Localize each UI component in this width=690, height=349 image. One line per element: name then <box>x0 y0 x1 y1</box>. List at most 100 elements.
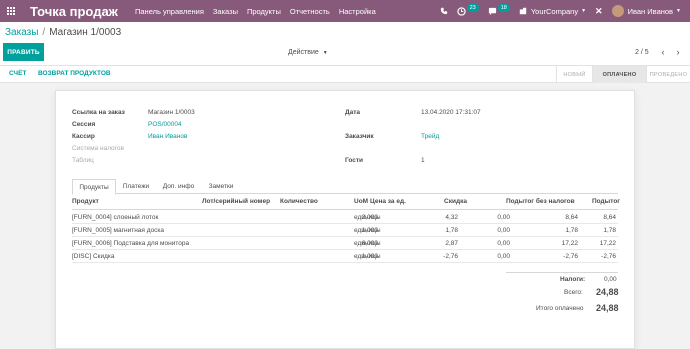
guests-value: 1 <box>421 157 425 164</box>
cell-subtotal-excl: 17,22 <box>561 240 578 247</box>
clock-icon <box>456 6 466 16</box>
fiscal-position-label: Система налогов <box>72 145 124 152</box>
breadcrumb-separator: / <box>42 27 46 38</box>
phone-button[interactable] <box>440 7 448 15</box>
date-value: 13.04.2020 17:31:07 <box>421 109 481 116</box>
menu-item-products[interactable]: Продукты <box>247 7 281 16</box>
cell-subtotal-excl: -2,76 <box>563 253 578 260</box>
tab-notes[interactable]: Заметки <box>201 179 241 194</box>
chevron-right-icon: › <box>676 47 680 57</box>
status-stages: НОВЫЙ ОПЛАЧЕНО ПРОВЕДЕНО <box>556 66 690 83</box>
breadcrumb-orders-link[interactable]: Заказы <box>5 27 38 38</box>
col-price[interactable]: Цена за ед. <box>370 198 406 205</box>
taxes-value: 0,00 <box>604 276 617 283</box>
avatar <box>611 5 624 17</box>
invoice-button[interactable]: СЧЁТ <box>9 70 26 77</box>
order-ref-label: Ссылка на заказ <box>72 109 125 116</box>
guests-label: Гости <box>345 157 364 164</box>
cell-price: 4,32 <box>445 214 458 221</box>
cell-product: [DISC] Скидка <box>72 253 115 260</box>
session-label: Сессия <box>72 121 96 128</box>
stage-paid: ОПЛАЧЕНО <box>592 66 646 83</box>
breadcrumb: Заказы / Магазин 1/0003 <box>5 27 121 38</box>
col-product[interactable]: Продукт <box>72 198 99 205</box>
caret-down-icon: ▼ <box>322 50 328 56</box>
pager-previous-button[interactable]: ‹ <box>657 46 669 58</box>
tab-products[interactable]: Продукты <box>72 179 116 195</box>
building-icon <box>519 7 527 15</box>
table-row[interactable]: [FURN_0005] магнитная доска 1,000 единицы 1… <box>72 224 618 237</box>
cell-product: [FURN_0005] магнитная доска <box>72 227 164 234</box>
col-uom[interactable]: UoM <box>354 198 368 205</box>
top-navbar: Точка продаж Панель управления Заказы Пр… <box>0 0 690 22</box>
action-dropdown-label: Действие <box>288 49 319 56</box>
date-label: Дата <box>345 109 361 116</box>
systray: 23 18 YourCompany ▼ ✕ Иван Иванов ▼ <box>440 0 690 22</box>
order-form-sheet: Ссылка на заказ Магазин 1/0003 Сессия PO… <box>55 90 635 349</box>
cell-product: [FURN_0004] слоеный лоток <box>72 214 159 221</box>
table-label: Таблиц <box>72 157 94 164</box>
main-menu: Панель управления Заказы Продукты Отчетн… <box>126 7 376 16</box>
cashier-link[interactable]: Иван Иванов <box>148 133 187 140</box>
total-label: Всего: <box>564 289 583 296</box>
customer-link[interactable]: Трейд <box>421 133 439 140</box>
activity-button[interactable]: 23 <box>456 4 479 16</box>
tools-icon: ✕ <box>595 5 603 16</box>
col-lot[interactable]: Лот/серийный номер <box>202 198 270 205</box>
pager-value[interactable]: 2 / 5 <box>635 49 649 56</box>
table-row[interactable]: [FURN_0006] Подставка для монитора 6,000 е… <box>72 237 618 250</box>
col-qty[interactable]: Количество <box>280 198 318 205</box>
app-title: Точка продаж <box>30 3 118 19</box>
cell-subtotal: -2,76 <box>601 253 616 260</box>
tab-payments[interactable]: Платежи <box>116 179 156 194</box>
edit-button[interactable]: ПРАВИТЬ <box>3 43 44 61</box>
paid-value: 24,88 <box>596 303 619 313</box>
customer-label: Заказчик <box>345 133 374 140</box>
cell-discount: 0,00 <box>497 227 510 234</box>
menu-item-reporting[interactable]: Отчетность <box>290 7 330 16</box>
cell-price: 1,78 <box>445 227 458 234</box>
total-value: 24,88 <box>596 287 619 297</box>
menu-item-orders[interactable]: Заказы <box>213 7 238 16</box>
menu-item-configuration[interactable]: Настройка <box>339 7 376 16</box>
cell-uom: единицы <box>354 240 381 247</box>
totals-divider <box>506 272 618 273</box>
cell-uom: единицы <box>354 214 381 221</box>
order-lines-header: Продукт Лот/серийный номер Количество Uo… <box>72 198 620 210</box>
breadcrumb-current: Магазин 1/0003 <box>49 27 122 38</box>
session-link[interactable]: POS/00004 <box>148 121 182 128</box>
pager-next-button[interactable]: › <box>672 46 684 58</box>
return-products-button[interactable]: ВОЗВРАТ ПРОДУКТОВ <box>38 70 111 77</box>
table-row[interactable]: [DISC] Скидка 1,000 единицы -2,76 0,00 -2,76-… <box>72 250 618 263</box>
messages-count-badge: 18 <box>497 4 510 12</box>
phone-icon <box>440 7 447 15</box>
tab-extra-info[interactable]: Доп. инфо <box>156 179 201 194</box>
user-name: Иван Иванов <box>627 6 674 16</box>
chevron-left-icon: ‹ <box>661 47 665 57</box>
cell-product: [FURN_0006] Подставка для монитора <box>72 240 190 247</box>
messages-button[interactable]: 18 <box>488 4 510 16</box>
action-dropdown[interactable]: Действие ▼ <box>288 49 328 56</box>
col-subtotal-excl[interactable]: Подытог без налогов <box>506 198 575 205</box>
apps-menu-icon[interactable] <box>0 0 22 22</box>
chevron-down-icon: ▼ <box>581 8 587 14</box>
stage-new: НОВЫЙ <box>556 66 592 83</box>
status-bar: СЧЁТ ВОЗВРАТ ПРОДУКТОВ НОВЫЙ ОПЛАЧЕНО ПР… <box>0 66 690 83</box>
user-menu[interactable]: Иван Иванов ▼ <box>611 5 681 17</box>
menu-item-dashboard[interactable]: Панель управления <box>135 7 204 16</box>
paid-label: Итого оплачено <box>536 305 584 312</box>
cashier-label: Кассир <box>72 133 95 140</box>
cell-discount: 0,00 <box>497 240 510 247</box>
cell-subtotal-excl: 8,64 <box>565 214 578 221</box>
cell-subtotal: 8,64 <box>603 214 616 221</box>
cell-subtotal: 1,78 <box>603 227 616 234</box>
control-panel: Заказы / Магазин 1/0003 ПРАВИТЬ Действие… <box>0 22 690 66</box>
company-switcher[interactable]: YourCompany ▼ <box>519 7 586 16</box>
cell-subtotal-excl: 1,78 <box>565 227 578 234</box>
col-discount[interactable]: Скидка <box>444 198 467 205</box>
col-subtotal[interactable]: Подытог <box>592 198 620 205</box>
company-name: YourCompany <box>530 6 579 16</box>
debug-button[interactable]: ✕ <box>595 6 603 17</box>
table-row[interactable]: [FURN_0004] слоеный лоток 2,000 единицы 4,3… <box>72 211 618 224</box>
notebook-tabs: Продукты Платежи Доп. инфо Заметки <box>72 179 618 195</box>
